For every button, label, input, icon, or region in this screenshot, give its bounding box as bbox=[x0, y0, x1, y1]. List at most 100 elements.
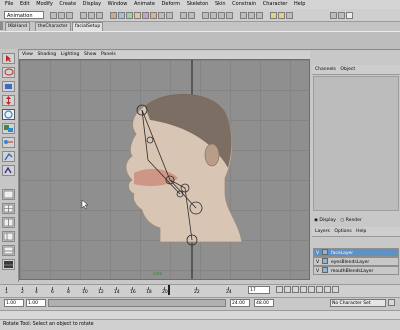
menu-animate[interactable]: Animate bbox=[134, 0, 155, 9]
animation-start-field[interactable]: 1.00 bbox=[4, 299, 24, 307]
layer-color-swatch[interactable] bbox=[322, 258, 328, 264]
paint-select-tool-icon[interactable] bbox=[2, 81, 15, 92]
layout-persp-outliner-icon[interactable] bbox=[2, 231, 15, 242]
menu-create[interactable]: Create bbox=[59, 0, 76, 9]
step-back-key-button[interactable] bbox=[284, 286, 291, 293]
inputs-icon[interactable] bbox=[248, 12, 255, 19]
layout-persp-graph-icon[interactable] bbox=[2, 245, 15, 256]
step-back-frame-button[interactable] bbox=[292, 286, 299, 293]
outputs-icon[interactable] bbox=[256, 12, 263, 19]
lasso-tool-icon[interactable] bbox=[2, 67, 15, 78]
menu-display[interactable]: Display bbox=[83, 0, 101, 9]
move-tool-icon[interactable] bbox=[2, 95, 15, 106]
snap-point-icon[interactable] bbox=[218, 12, 225, 19]
select-deformations-icon[interactable] bbox=[142, 12, 149, 19]
step-forward-frame-button[interactable] bbox=[316, 286, 323, 293]
channels-menu[interactable]: Channels bbox=[315, 65, 336, 74]
auto-key-button[interactable] bbox=[388, 299, 395, 306]
menu-deform[interactable]: Deform bbox=[162, 0, 181, 9]
go-to-start-button[interactable] bbox=[276, 286, 283, 293]
shelf-tab-thecharacter[interactable]: theCharacter bbox=[35, 22, 71, 31]
panel-menu-show[interactable]: Show bbox=[84, 51, 96, 59]
select-handles-icon[interactable] bbox=[110, 12, 117, 19]
lock-selection-icon[interactable] bbox=[180, 12, 187, 19]
soft-mod-tool-icon[interactable] bbox=[2, 151, 15, 162]
display-radio[interactable]: ◉ Display bbox=[314, 218, 336, 223]
layer-row-face[interactable]: VfaceLayer bbox=[313, 248, 399, 257]
go-to-end-button[interactable] bbox=[332, 286, 339, 293]
shelf-menu-icon[interactable] bbox=[0, 22, 3, 30]
options-menu[interactable]: Options bbox=[334, 229, 351, 234]
panel-menu-shading[interactable]: Shading bbox=[38, 51, 57, 59]
select-curves-icon[interactable] bbox=[126, 12, 133, 19]
menu-edit[interactable]: Edit bbox=[20, 0, 30, 9]
render-radio[interactable]: ○ Render bbox=[340, 218, 361, 223]
menu-window[interactable]: Window bbox=[108, 0, 128, 9]
snap-curve-icon[interactable] bbox=[210, 12, 217, 19]
layer-color-swatch[interactable] bbox=[322, 267, 328, 273]
menu-file[interactable]: File bbox=[5, 0, 13, 9]
current-frame-field[interactable]: 17 bbox=[248, 286, 270, 294]
select-joints-icon[interactable] bbox=[118, 12, 125, 19]
layout-side-by-side-icon[interactable] bbox=[2, 217, 15, 228]
character-head[interactable] bbox=[125, 93, 243, 246]
menu-modify[interactable]: Modify bbox=[36, 0, 53, 9]
highlight-selection-icon[interactable] bbox=[188, 12, 195, 19]
select-misc-icon[interactable] bbox=[166, 12, 173, 19]
select-dynamics-icon[interactable] bbox=[150, 12, 157, 19]
scale-tool-icon[interactable] bbox=[2, 123, 15, 134]
range-slider[interactable] bbox=[48, 299, 226, 307]
select-tool-icon[interactable] bbox=[2, 53, 15, 64]
layout-hypershade-icon[interactable] bbox=[2, 259, 15, 270]
play-forwards-button[interactable] bbox=[308, 286, 315, 293]
menu-skin[interactable]: Skin bbox=[215, 0, 226, 9]
animation-end-field[interactable]: 48.00 bbox=[254, 299, 274, 307]
object-menu[interactable]: Object bbox=[340, 65, 355, 74]
time-slider[interactable] bbox=[0, 284, 400, 297]
select-surfaces-icon[interactable] bbox=[134, 12, 141, 19]
play-backwards-button[interactable] bbox=[300, 286, 307, 293]
playback-start-field[interactable]: 1.00 bbox=[26, 299, 46, 307]
menu-help[interactable]: Help bbox=[294, 0, 305, 9]
ipr-render-icon[interactable] bbox=[278, 12, 285, 19]
layer-row-eyes[interactable]: VeyesBlendsLayer bbox=[313, 257, 399, 266]
attribute-editor-icon[interactable] bbox=[330, 12, 337, 19]
menu-character[interactable]: Character bbox=[263, 0, 288, 9]
shelf-tab-ikbhand[interactable]: IKbHand bbox=[5, 22, 30, 31]
layout-single-pane-icon[interactable] bbox=[2, 189, 15, 200]
panel-menu-panels[interactable]: Panels bbox=[101, 51, 116, 59]
history-icon[interactable] bbox=[240, 12, 247, 19]
select-hierarchy-icon[interactable] bbox=[80, 12, 87, 19]
select-object-icon[interactable] bbox=[88, 12, 95, 19]
render-globals-icon[interactable] bbox=[286, 12, 293, 19]
layer-row-mouth[interactable]: VmouthBlendsLayer bbox=[313, 266, 399, 275]
character-set-dropdown[interactable]: No Character Set bbox=[330, 299, 386, 307]
last-tool-icon[interactable] bbox=[2, 165, 15, 176]
save-scene-icon[interactable] bbox=[66, 12, 73, 19]
rotate-tool-icon[interactable] bbox=[2, 109, 15, 120]
step-forward-key-button[interactable] bbox=[324, 286, 331, 293]
layout-four-pane-icon[interactable] bbox=[2, 203, 15, 214]
shelf-tab-facialsetup[interactable]: facialSetup bbox=[72, 22, 104, 31]
side-viewport[interactable] bbox=[19, 59, 310, 280]
snap-view-plane-icon[interactable] bbox=[226, 12, 233, 19]
current-time-marker[interactable] bbox=[168, 285, 170, 295]
render-icon[interactable] bbox=[270, 12, 277, 19]
new-scene-icon[interactable] bbox=[50, 12, 57, 19]
layer-color-swatch[interactable] bbox=[322, 249, 328, 255]
menu-constrain[interactable]: Constrain bbox=[232, 0, 256, 9]
manipulator-tool-icon[interactable] bbox=[2, 137, 15, 148]
help-menu[interactable]: Help bbox=[356, 229, 366, 234]
channel-box-icon[interactable] bbox=[346, 12, 353, 19]
panel-menu-lighting[interactable]: Lighting bbox=[61, 51, 80, 59]
snap-grid-icon[interactable] bbox=[202, 12, 209, 19]
menu-skeleton[interactable]: Skeleton bbox=[187, 0, 209, 9]
playback-end-field[interactable]: 24.00 bbox=[230, 299, 250, 307]
tool-settings-icon[interactable] bbox=[338, 12, 345, 19]
panel-menu-view[interactable]: View bbox=[22, 51, 33, 59]
open-scene-icon[interactable] bbox=[58, 12, 65, 19]
select-component-icon[interactable] bbox=[96, 12, 103, 19]
layers-menu[interactable]: Layers bbox=[315, 229, 330, 234]
select-rendering-icon[interactable] bbox=[158, 12, 165, 19]
menu-set-dropdown[interactable]: Animation bbox=[4, 11, 44, 19]
